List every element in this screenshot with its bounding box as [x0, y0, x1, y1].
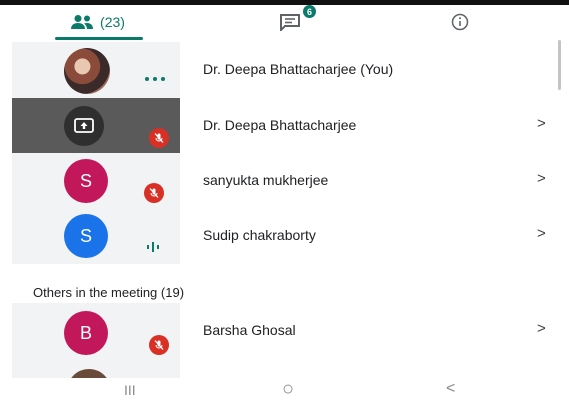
people-icon [71, 15, 94, 29]
top-tab-bar: (23) 6 [0, 0, 569, 42]
participant-tile: S [12, 208, 180, 264]
mic-off-icon [144, 183, 164, 203]
info-icon [451, 13, 469, 31]
others-heading: Others in the meeting (19) [33, 285, 185, 300]
participant-row[interactable]: Dr. Deepa Bhattacharjee > [0, 98, 569, 154]
chevron-right-icon[interactable]: > [537, 225, 546, 242]
chat-icon [280, 14, 300, 31]
speaking-dots-icon [145, 77, 165, 81]
chevron-right-icon[interactable]: > [537, 170, 546, 187]
android-nav-bar: III ○ < [0, 378, 569, 405]
participant-name: Barsha Ghosal [203, 322, 296, 338]
participant-row[interactable]: B Barsha Ghosal > [0, 303, 569, 359]
mic-off-icon [149, 335, 169, 355]
participant-row[interactable]: S sanyukta mukherjee > [0, 153, 569, 209]
participant-tile [12, 98, 180, 154]
avatar: S [64, 214, 108, 258]
tab-people[interactable]: (23) [55, 5, 140, 39]
chat-unread-badge: 6 [303, 5, 316, 18]
home-button[interactable]: ○ [282, 378, 294, 401]
active-tab-indicator [55, 37, 143, 40]
participant-tile: B [12, 303, 180, 359]
avatar-photo [67, 369, 111, 378]
chevron-right-icon[interactable]: > [537, 115, 546, 132]
people-count: (23) [100, 14, 125, 30]
recents-button[interactable]: III [124, 382, 136, 398]
participant-name: Dr. Deepa Bhattacharjee [203, 117, 357, 133]
chevron-right-icon[interactable]: > [537, 320, 546, 337]
present-screen-icon [74, 118, 94, 133]
participant-tile [12, 42, 180, 98]
presenting-badge [64, 106, 104, 146]
participant-name: Dr. Deepa Bhattacharjee (You) [203, 61, 394, 77]
participant-name: sanyukta mukherjee [203, 172, 329, 188]
speaking-bars-icon [147, 242, 159, 252]
tab-info[interactable] [440, 5, 480, 39]
participant-name: Sudip chakraborty [203, 227, 316, 243]
participant-tile: S [12, 153, 180, 209]
participant-row[interactable]: Dr. Deepa Bhattacharjee (You) [0, 42, 569, 98]
avatar: S [64, 159, 108, 203]
avatar: B [64, 311, 108, 355]
back-button[interactable]: < [446, 380, 455, 398]
avatar-photo [64, 48, 110, 94]
participant-row[interactable]: S Sudip chakraborty > [0, 208, 569, 264]
participant-tile-partial [12, 359, 180, 378]
mic-off-icon [149, 128, 169, 148]
